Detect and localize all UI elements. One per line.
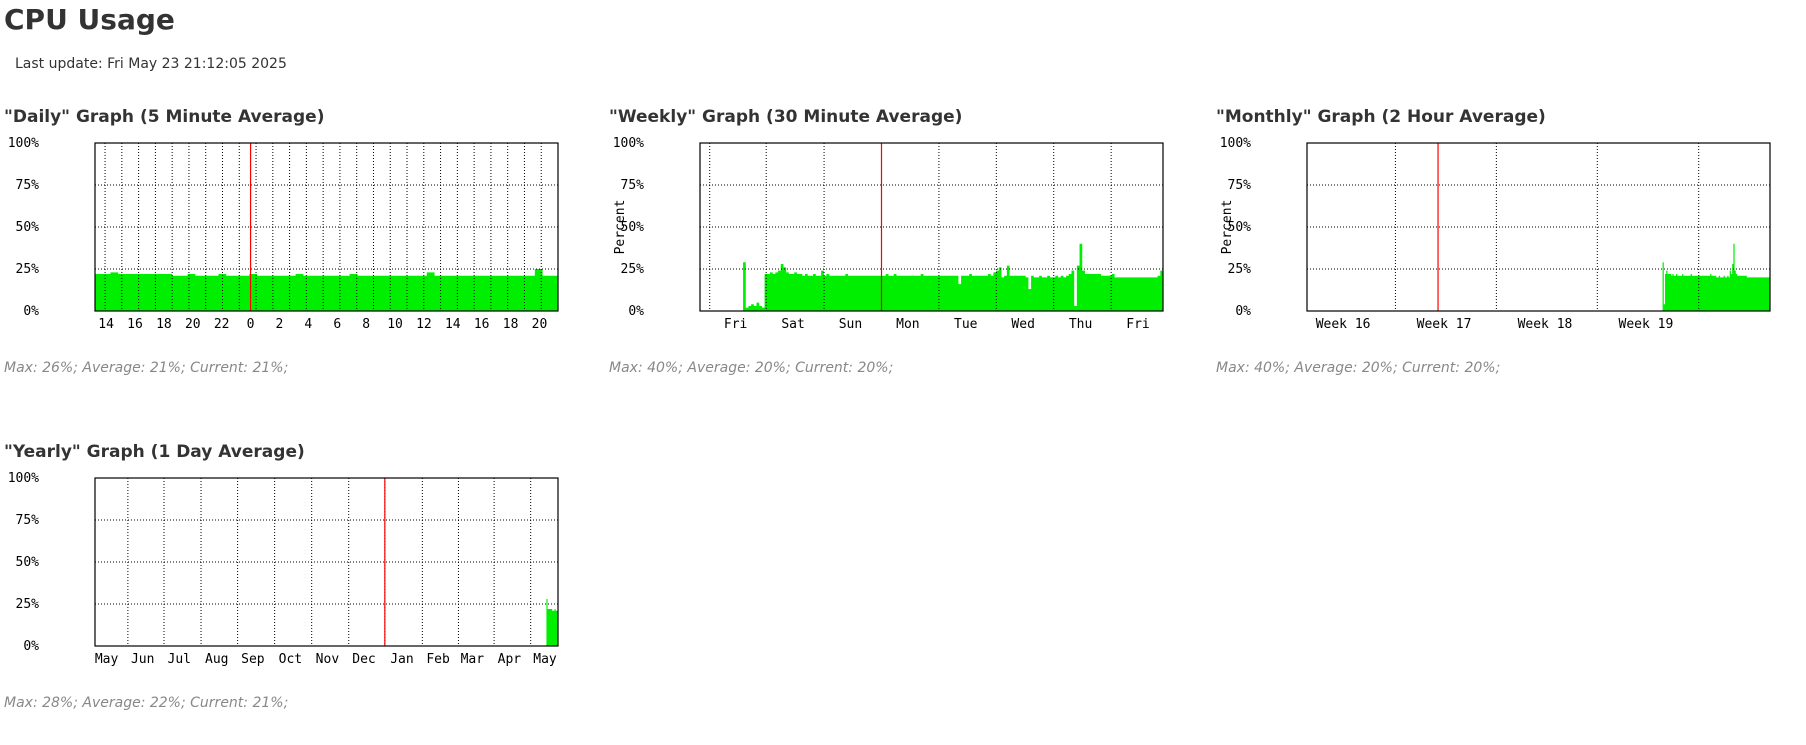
daily-y-tick-label: 25%	[16, 262, 40, 277]
yearly-x-tick-label: Jun	[131, 652, 154, 667]
daily-x-tick-label: 22	[214, 317, 230, 332]
weekly-y-tick-label: 75%	[621, 178, 645, 193]
page-title: CPU Usage	[4, 3, 175, 36]
daily-x-tick-label: 18	[156, 317, 172, 332]
yearly-graph-chart: 0% 25% 50% 75% 100% May Jun Jul Aug Sep Oct Nov Dec J…	[8, 471, 559, 667]
yearly-x-tick-label: Jan	[390, 652, 413, 667]
weekly-x-tick-label: Fri	[1126, 317, 1149, 332]
weekly-x-tick-label: Fri	[724, 317, 747, 332]
yearly-graph-title: "Yearly" Graph (1 Day Average)	[4, 442, 305, 462]
daily-x-tick-label: 12	[416, 317, 432, 332]
daily-x-tick-label: 14	[445, 317, 461, 332]
yearly-x-tick-label: Oct	[279, 652, 302, 667]
monthly-graph-title: "Monthly" Graph (2 Hour Average)	[1216, 107, 1546, 127]
monthly-graph: "Monthly" Graph (2 Hour Average) 0% 25% 50…	[1216, 107, 1806, 397]
yearly-y-tick-label: 100%	[8, 471, 39, 486]
yearly-graph-stats: Max: 28%; Average: 22%; Current: 21%;	[4, 695, 289, 711]
daily-x-tick-label: 20	[185, 317, 201, 332]
weekly-graph: "Weekly" Graph (30 Minute Average) 0% 25%…	[609, 107, 1209, 397]
daily-x-tick-label: 8	[362, 317, 370, 332]
yearly-graph: "Yearly" Graph (1 Day Average) 0% 25% 50% 7…	[4, 442, 604, 732]
monthly-y-tick-label: 100%	[1220, 136, 1251, 151]
daily-x-tick-label: 6	[333, 317, 341, 332]
weekly-x-tick-label: Sat	[781, 317, 804, 332]
monthly-y-axis-title: Percent	[1220, 200, 1235, 255]
weekly-x-tick-label: Sun	[839, 317, 862, 332]
yearly-x-tick-label: Sep	[241, 652, 265, 667]
daily-y-tick-label: 0%	[23, 304, 39, 319]
weekly-graph-stats: Max: 40%; Average: 20%; Current: 20%;	[609, 360, 894, 376]
daily-x-tick-label: 16	[127, 317, 143, 332]
daily-y-tick-label: 100%	[8, 136, 39, 151]
yearly-x-tick-label: Mar	[461, 652, 485, 667]
daily-x-tick-label: 2	[276, 317, 284, 332]
yearly-y-tick-label: 50%	[16, 555, 40, 570]
daily-y-tick-label: 50%	[16, 220, 40, 235]
monthly-x-tick-label: Week 19	[1619, 317, 1674, 332]
daily-x-tick-label: 10	[387, 317, 403, 332]
daily-x-tick-label: 0	[247, 317, 255, 332]
yearly-x-tick-label: Nov	[316, 652, 340, 667]
yearly-x-tick-label: Aug	[205, 652, 228, 667]
daily-graph-title: "Daily" Graph (5 Minute Average)	[4, 107, 325, 127]
daily-graph: "Daily" Graph (5 Minute Average) 0% 25% 50…	[4, 107, 604, 397]
weekly-graph-chart: 0%25%50%75%100%Fri Sat Sun Mon Tue Wed Thu FriP…	[613, 136, 1164, 332]
yearly-x-tick-label: May	[533, 652, 557, 667]
monthly-x-tick-label: Week 17	[1417, 317, 1472, 332]
yearly-x-tick-label: May	[95, 652, 119, 667]
monthly-graph-chart: 0%25%50%75%100%Week 16 Week 17 Week 18 Week…	[1220, 136, 1771, 332]
daily-x-tick-label: 18	[503, 317, 519, 332]
yearly-x-tick-label: Feb	[426, 652, 450, 667]
monthly-graph-stats: Max: 40%; Average: 20%; Current: 20%;	[1216, 360, 1501, 376]
monthly-y-tick-label: 75%	[1228, 178, 1252, 193]
daily-graph-stats: Max: 26%; Average: 21%; Current: 21%;	[4, 360, 289, 376]
daily-x-tick-label: 20	[532, 317, 548, 332]
weekly-y-axis-title: Percent	[613, 200, 628, 255]
weekly-graph-title: "Weekly" Graph (30 Minute Average)	[609, 107, 963, 127]
weekly-x-tick-label: Tue	[954, 317, 978, 332]
daily-x-tick-label: 16	[474, 317, 490, 332]
monthly-x-tick-label: Week 18	[1518, 317, 1573, 332]
weekly-x-tick-label: Mon	[896, 317, 919, 332]
weekly-y-tick-label: 100%	[613, 136, 644, 151]
daily-graph-chart: 0% 25% 50% 75% 100% 14 16 18 20 22 0 2 4 6 8 10 12 14 16 18…	[8, 136, 559, 332]
monthly-x-tick-label: Week 16	[1316, 317, 1371, 332]
daily-x-tick-label: 4	[304, 317, 312, 332]
yearly-y-tick-label: 75%	[16, 513, 40, 528]
yearly-x-tick-label: Jul	[168, 652, 191, 667]
daily-y-tick-label: 75%	[16, 178, 40, 193]
weekly-x-tick-label: Thu	[1069, 317, 1092, 332]
last-update-text: Last update: Fri May 23 21:12:05 2025	[15, 56, 287, 72]
weekly-x-tick-label: Wed	[1011, 317, 1034, 332]
yearly-x-tick-label: Apr	[498, 652, 522, 667]
yearly-y-tick-label: 0%	[23, 639, 39, 654]
weekly-y-tick-label: 25%	[621, 262, 645, 277]
yearly-x-tick-label: Dec	[352, 652, 375, 667]
yearly-y-tick-label: 25%	[16, 597, 40, 612]
monthly-y-tick-label: 0%	[1235, 304, 1251, 319]
weekly-y-tick-label: 0%	[628, 304, 644, 319]
monthly-y-tick-label: 25%	[1228, 262, 1252, 277]
daily-x-tick-label: 14	[98, 317, 114, 332]
